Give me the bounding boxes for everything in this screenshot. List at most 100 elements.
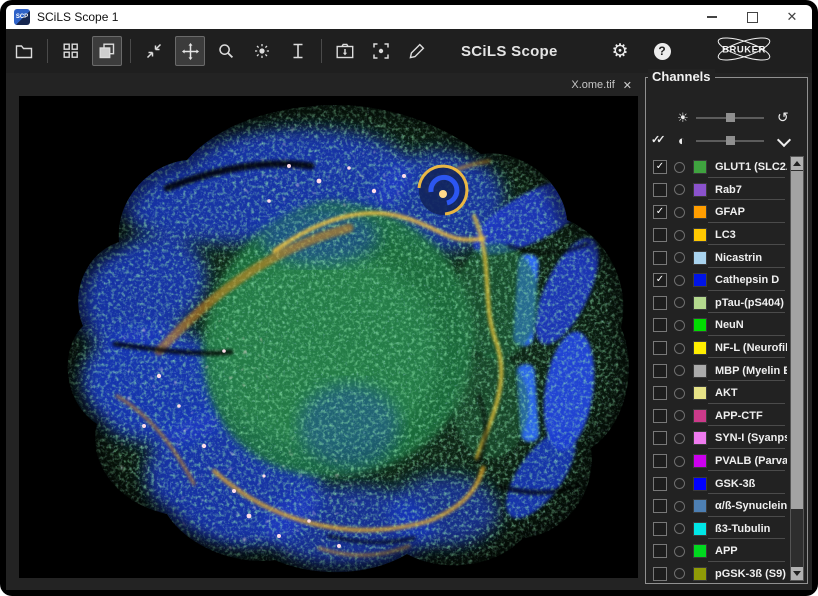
channel-visibility-checkbox[interactable] xyxy=(653,544,667,558)
tab-close-icon[interactable]: ✕ xyxy=(623,79,632,92)
channel-color-swatch[interactable] xyxy=(693,386,707,400)
channel-color-swatch[interactable] xyxy=(693,160,707,174)
export-image-button[interactable] xyxy=(330,36,360,66)
image-tab[interactable]: X.ome.tif ✕ xyxy=(554,76,632,94)
channel-label: Cathepsin D xyxy=(715,274,787,286)
channel-color-swatch[interactable] xyxy=(693,251,707,265)
channel-visibility-checkbox[interactable] xyxy=(653,341,667,355)
channel-solo-radio[interactable] xyxy=(674,523,685,534)
channel-color-swatch[interactable] xyxy=(693,183,707,197)
channel-label: GLUT1 (SLC2A1 xyxy=(715,161,787,173)
channel-list-scrollbar[interactable] xyxy=(790,156,804,581)
channel-solo-radio[interactable] xyxy=(674,568,685,579)
close-button[interactable]: ✕ xyxy=(772,5,812,29)
channel-color-swatch[interactable] xyxy=(693,228,707,242)
channel-color-swatch[interactable] xyxy=(693,544,707,558)
chevron-down-icon[interactable] xyxy=(777,133,791,147)
channel-color-swatch[interactable] xyxy=(693,499,707,513)
contrast-slider[interactable] xyxy=(696,140,764,142)
brightness-slider[interactable] xyxy=(696,117,764,119)
channel-solo-radio[interactable] xyxy=(674,501,685,512)
channel-row-underline xyxy=(708,290,785,291)
channel-visibility-checkbox[interactable] xyxy=(653,318,667,332)
scrollbar-thumb[interactable] xyxy=(791,171,803,509)
capture-view-icon xyxy=(373,43,389,59)
channel-color-swatch[interactable] xyxy=(693,364,707,378)
channel-visibility-checkbox[interactable] xyxy=(653,296,667,310)
channel-solo-radio[interactable] xyxy=(674,207,685,218)
channel-solo-radio[interactable] xyxy=(674,252,685,263)
channel-color-swatch[interactable] xyxy=(693,477,707,491)
channel-solo-radio[interactable] xyxy=(674,433,685,444)
channel-visibility-checkbox[interactable] xyxy=(653,251,667,265)
fit-view-button[interactable] xyxy=(139,36,169,66)
channel-color-swatch[interactable] xyxy=(693,273,707,287)
channel-solo-radio[interactable] xyxy=(674,184,685,195)
help-button[interactable]: ? xyxy=(647,36,677,66)
tile-view-button[interactable] xyxy=(56,36,86,66)
channel-solo-radio[interactable] xyxy=(674,388,685,399)
levels-button[interactable] xyxy=(283,36,313,66)
channel-visibility-checkbox[interactable] xyxy=(653,183,667,197)
channel-visibility-checkbox[interactable] xyxy=(653,409,667,423)
minimize-button[interactable] xyxy=(692,5,732,29)
tab-label: X.ome.tif xyxy=(571,79,614,91)
contrast-row: ✓✓ ◐ xyxy=(646,131,807,151)
channel-color-swatch[interactable] xyxy=(693,409,707,423)
contrast-slider-handle[interactable] xyxy=(726,136,735,145)
channel-solo-radio[interactable] xyxy=(674,456,685,467)
channel-color-swatch[interactable] xyxy=(693,205,707,219)
channel-solo-radio[interactable] xyxy=(674,230,685,241)
reset-icon[interactable]: ↺ xyxy=(777,109,789,126)
channel-color-swatch[interactable] xyxy=(693,454,707,468)
channel-solo-radio[interactable] xyxy=(674,320,685,331)
channel-color-swatch[interactable] xyxy=(693,296,707,310)
capture-view-button[interactable] xyxy=(366,36,396,66)
export-image-icon xyxy=(336,43,354,59)
channel-visibility-checkbox[interactable]: ✓ xyxy=(653,160,667,174)
measure-button[interactable] xyxy=(402,36,432,66)
channel-color-swatch[interactable] xyxy=(693,341,707,355)
channel-color-swatch[interactable] xyxy=(693,318,707,332)
channel-visibility-checkbox[interactable] xyxy=(653,522,667,536)
select-all-icon[interactable]: ✓✓ xyxy=(651,133,661,146)
channel-visibility-checkbox[interactable] xyxy=(653,386,667,400)
maximize-button[interactable] xyxy=(732,5,772,29)
folder-open-icon xyxy=(15,43,33,59)
channel-color-swatch[interactable] xyxy=(693,522,707,536)
brightness-button[interactable] xyxy=(247,36,277,66)
channel-visibility-checkbox[interactable]: ✓ xyxy=(653,273,667,287)
channel-row-underline xyxy=(708,199,785,200)
open-file-button[interactable] xyxy=(9,36,39,66)
channel-color-swatch[interactable] xyxy=(693,431,707,445)
channel-color-swatch[interactable] xyxy=(693,567,707,581)
channel-visibility-checkbox[interactable]: ✓ xyxy=(653,205,667,219)
brightness-slider-handle[interactable] xyxy=(726,113,735,122)
triangle-down-icon xyxy=(793,571,801,576)
overlay-view-button[interactable] xyxy=(92,36,122,66)
channel-solo-radio[interactable] xyxy=(674,546,685,557)
channel-solo-radio[interactable] xyxy=(674,297,685,308)
channel-visibility-checkbox[interactable] xyxy=(653,454,667,468)
settings-button[interactable]: ⚙ xyxy=(605,36,635,66)
pan-button[interactable] xyxy=(175,36,205,66)
scroll-up-button[interactable] xyxy=(791,157,803,170)
channel-visibility-checkbox[interactable] xyxy=(653,567,667,581)
zoom-button[interactable] xyxy=(211,36,241,66)
scroll-down-button[interactable] xyxy=(791,567,803,580)
channel-visibility-checkbox[interactable] xyxy=(653,477,667,491)
channel-visibility-checkbox[interactable] xyxy=(653,431,667,445)
channel-solo-radio[interactable] xyxy=(674,410,685,421)
channel-row-underline xyxy=(708,357,785,358)
channel-visibility-checkbox[interactable] xyxy=(653,228,667,242)
channel-row: NF-L (Neurofila xyxy=(646,337,805,360)
channel-visibility-checkbox[interactable] xyxy=(653,499,667,513)
close-icon: ✕ xyxy=(787,9,798,25)
image-viewport[interactable] xyxy=(19,96,638,578)
channel-solo-radio[interactable] xyxy=(674,162,685,173)
channel-solo-radio[interactable] xyxy=(674,343,685,354)
channel-visibility-checkbox[interactable] xyxy=(653,364,667,378)
channel-solo-radio[interactable] xyxy=(674,478,685,489)
channel-solo-radio[interactable] xyxy=(674,365,685,376)
channel-solo-radio[interactable] xyxy=(674,275,685,286)
